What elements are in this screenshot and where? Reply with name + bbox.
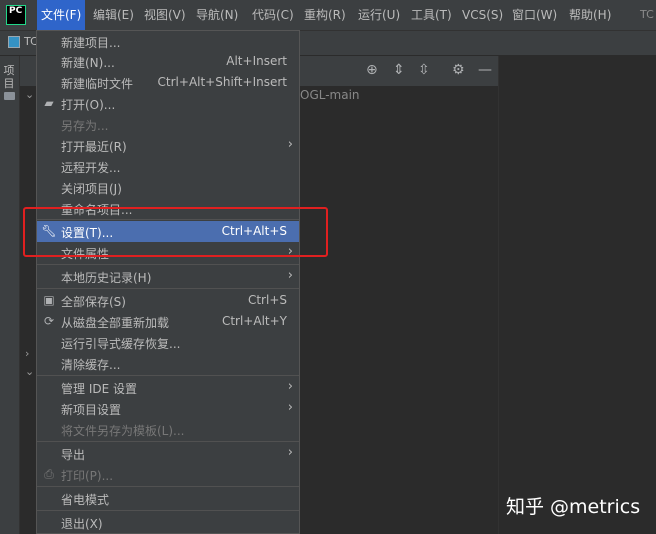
expand-all-icon[interactable]: ⇕ <box>393 62 405 78</box>
minimize-icon[interactable]: — <box>478 62 492 78</box>
menu-run[interactable]: 运行(U) <box>354 0 404 30</box>
menu-code[interactable]: 代码(C) <box>248 0 298 30</box>
window-title: TC <box>640 8 654 21</box>
menu-item-new-project-settings[interactable]: 新项目设置 › <box>37 398 299 419</box>
menu-item-exit[interactable]: 退出(X) <box>37 512 299 533</box>
menu-navigate[interactable]: 导航(N) <box>192 0 242 30</box>
left-tool-strip: 项目 <box>0 56 20 534</box>
menu-item-open[interactable]: ▰ 打开(O)... <box>37 93 299 114</box>
menu-item-new-project[interactable]: 新建项目... <box>37 31 299 52</box>
locate-icon[interactable]: ⊕ <box>366 62 378 78</box>
menu-separator <box>37 375 299 376</box>
refresh-icon: ⟳ <box>43 314 55 328</box>
chevron-right-icon: › <box>287 400 293 415</box>
chevron-right-icon[interactable]: › <box>25 347 29 360</box>
menu-separator <box>37 288 299 289</box>
menu-separator <box>37 510 299 511</box>
menu-help[interactable]: 帮助(H) <box>565 0 615 30</box>
menu-item-local-history[interactable]: 本地历史记录(H) › <box>37 266 299 287</box>
chevron-right-icon: › <box>287 445 293 460</box>
gear-icon[interactable]: ⚙ <box>452 62 465 78</box>
menu-item-repair-ide[interactable]: 运行引导式缓存恢复... <box>37 332 299 353</box>
menu-item-save-all[interactable]: ▣ 全部保存(S) Ctrl+S <box>37 290 299 311</box>
project-icon <box>8 36 20 48</box>
menu-tools[interactable]: 工具(T) <box>407 0 456 30</box>
menu-view[interactable]: 视图(V) <box>140 0 190 30</box>
menu-item-manage-ide-settings[interactable]: 管理 IDE 设置 › <box>37 377 299 398</box>
menu-item-invalidate-caches[interactable]: 清除缓存... <box>37 353 299 374</box>
project-root-path[interactable]: OGL-main <box>300 88 360 102</box>
menu-item-new[interactable]: 新建(N)... Alt+Insert <box>37 51 299 72</box>
printer-icon: ⎙ <box>44 467 54 481</box>
file-menu-dropdown: 新建项目... 新建(N)... Alt+Insert 新建临时文件 Ctrl+Al… <box>36 30 300 534</box>
chevron-right-icon: › <box>287 268 293 283</box>
chevron-right-icon: › <box>287 137 293 152</box>
menu-item-save-as-template: 将文件另存为模板(L)... <box>61 424 185 438</box>
menu-item-open-recent[interactable]: 打开最近(R) › <box>37 135 299 156</box>
menu-bar: PC 文件(F) 编辑(E) 视图(V) 导航(N) 代码(C) 重构(R) 运… <box>0 0 656 30</box>
menu-item-print: ⎙ 打印(P)... <box>37 464 299 485</box>
annotation-highlight-box <box>23 207 328 257</box>
menu-separator <box>37 441 299 442</box>
folder-icon <box>4 92 15 100</box>
menu-item-close-project[interactable]: 关闭项目(J) <box>37 177 299 198</box>
chevron-down-icon[interactable]: ⌄ <box>25 365 34 378</box>
folder-open-icon: ▰ <box>44 96 54 110</box>
editor-area <box>498 56 656 534</box>
menu-edit[interactable]: 编辑(E) <box>89 0 138 30</box>
chevron-down-icon[interactable]: ⌄ <box>25 88 34 101</box>
menu-item-save-as: 另存为... <box>61 119 109 133</box>
pycharm-logo-icon[interactable]: PC <box>6 5 26 25</box>
menu-item-export[interactable]: 导出 › <box>37 443 299 464</box>
menu-file[interactable]: 文件(F) <box>37 0 86 30</box>
menu-item-power-save-mode[interactable]: 省电模式 <box>37 488 299 509</box>
watermark: 知乎 @metrics <box>506 496 641 518</box>
menu-item-reload-all[interactable]: ⟳ 从磁盘全部重新加载 Ctrl+Alt+Y <box>37 311 299 332</box>
menu-separator <box>37 486 299 487</box>
menu-refactor[interactable]: 重构(R) <box>300 0 350 30</box>
collapse-all-icon[interactable]: ⇳ <box>418 62 430 78</box>
save-icon: ▣ <box>43 293 55 307</box>
project-tool-tab[interactable]: 项目 <box>2 64 16 90</box>
menu-window[interactable]: 窗口(W) <box>508 0 561 30</box>
menu-vcs[interactable]: VCS(S) <box>458 0 507 30</box>
chevron-right-icon: › <box>287 379 293 394</box>
menu-item-new-scratch-file[interactable]: 新建临时文件 Ctrl+Alt+Shift+Insert <box>37 72 299 93</box>
menu-separator <box>37 264 299 265</box>
menu-item-remote-development[interactable]: 远程开发... <box>37 156 299 177</box>
